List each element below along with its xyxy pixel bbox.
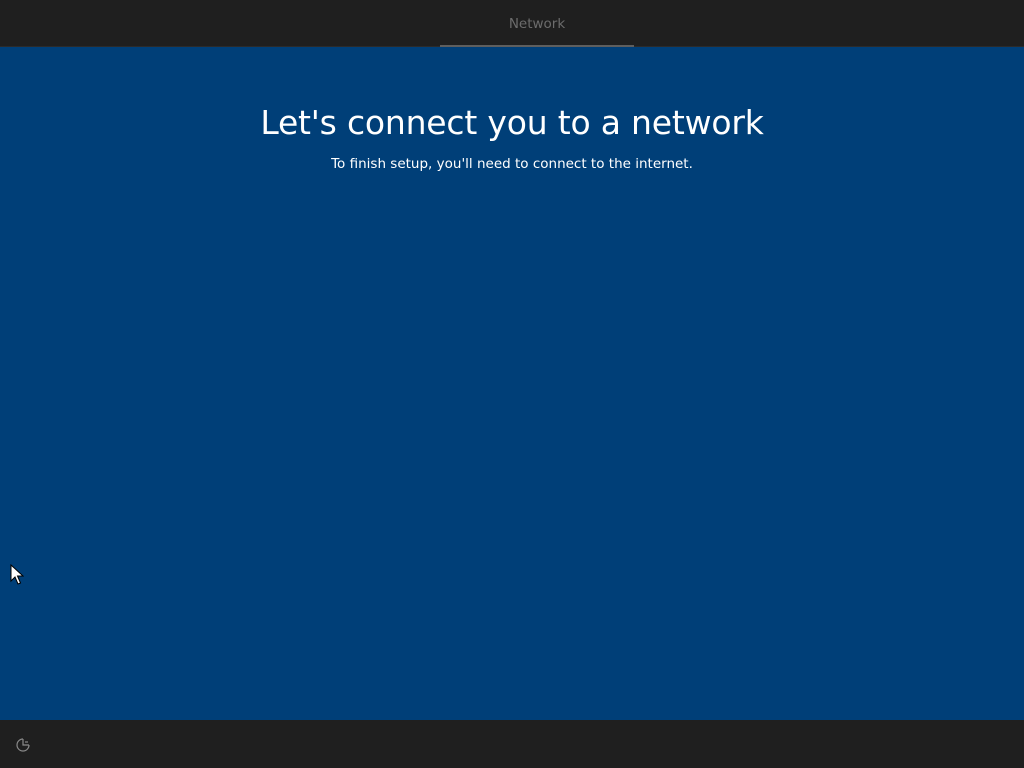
bottom-bar xyxy=(0,720,1024,768)
setup-content: Let's connect you to a network To finish… xyxy=(0,47,1024,720)
top-progress-bar: Network xyxy=(0,0,1024,47)
page-subtitle: To finish setup, you'll need to connect … xyxy=(331,156,693,172)
page-title: Let's connect you to a network xyxy=(260,103,764,142)
step-tab-network: Network xyxy=(440,0,634,47)
step-tab-label: Network xyxy=(508,16,566,32)
accessibility-icon[interactable] xyxy=(12,734,34,756)
